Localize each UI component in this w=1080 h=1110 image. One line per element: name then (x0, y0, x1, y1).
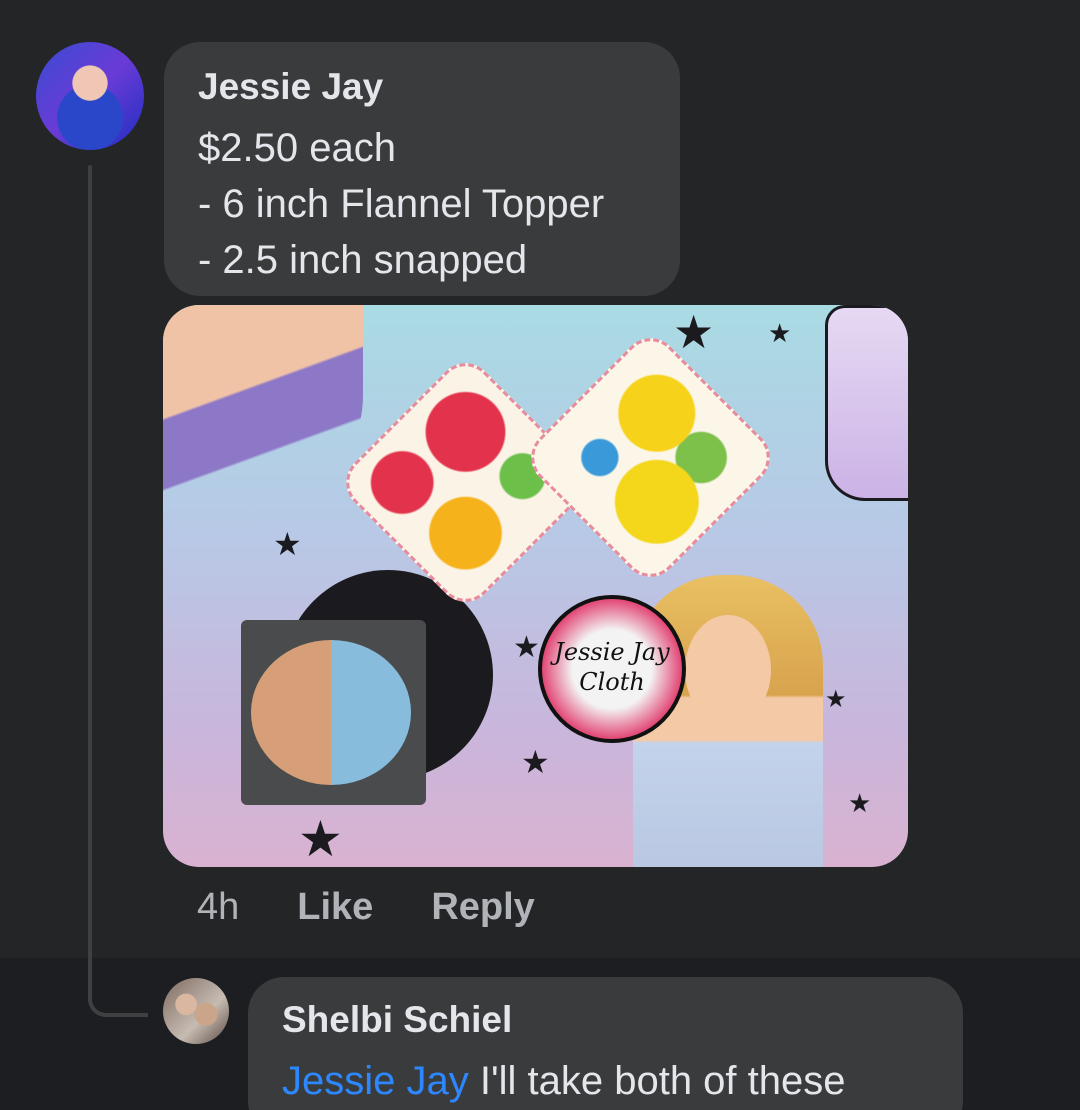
star-icon: ★ (825, 685, 847, 713)
photo-lemon-pad (519, 326, 782, 589)
avatar-shelbi-schiel[interactable] (163, 978, 229, 1044)
comment-timestamp[interactable]: 4h (197, 886, 239, 929)
avatar-jessie-jay[interactable] (36, 42, 144, 150)
photo-illustration-figure (163, 305, 363, 515)
star-icon: ★ (768, 319, 792, 349)
comment-text: I'll take both of these (468, 1059, 846, 1103)
like-button[interactable]: Like (297, 886, 373, 929)
star-icon: ★ (273, 525, 302, 563)
photo-woman-face (685, 615, 771, 725)
star-icon: ★ (521, 743, 550, 781)
comment-text-line: - 2.5 inch snapped (198, 238, 528, 282)
comment-text-line: $2.50 each (198, 126, 396, 170)
photo-logo-badge: Jessie Jay Cloth (538, 595, 686, 743)
photo-stone-art (251, 640, 411, 785)
star-icon: ★ (673, 305, 715, 359)
mention-link[interactable]: Jessie Jay (282, 1059, 469, 1103)
comment-author[interactable]: Jessie Jay (198, 66, 646, 108)
comment-text-line: - 6 inch Flannel Topper (198, 182, 605, 226)
thread-connector-line (88, 165, 92, 1003)
comment-photo[interactable]: Jessie Jay Cloth ★ ★ ★ ★ ★ ★ ★ ★ (163, 305, 908, 867)
star-icon: ★ (298, 810, 343, 867)
photo-logo-text: Jessie Jay (554, 638, 670, 666)
comment-bubble: Jessie Jay $2.50 each - 6 inch Flannel T… (164, 42, 680, 296)
photo-stone-coaster (241, 620, 426, 805)
comment-thread: Jessie Jay $2.50 each - 6 inch Flannel T… (0, 0, 1080, 1110)
reply-button[interactable]: Reply (431, 886, 534, 929)
star-icon: ★ (848, 789, 872, 819)
comment-text-line: Jessie Jay I'll take both of these (282, 1053, 929, 1109)
star-icon: ★ (513, 630, 540, 665)
thread-connector-elbow (88, 999, 148, 1017)
photo-logo-text: Cloth (579, 668, 645, 696)
comment-actions: 4h Like Reply (197, 882, 593, 932)
photo-illustration-figure (825, 305, 908, 501)
reply-comment-bubble: Shelbi Schiel Jessie Jay I'll take both … (248, 977, 963, 1110)
comment-author[interactable]: Shelbi Schiel (282, 999, 929, 1041)
